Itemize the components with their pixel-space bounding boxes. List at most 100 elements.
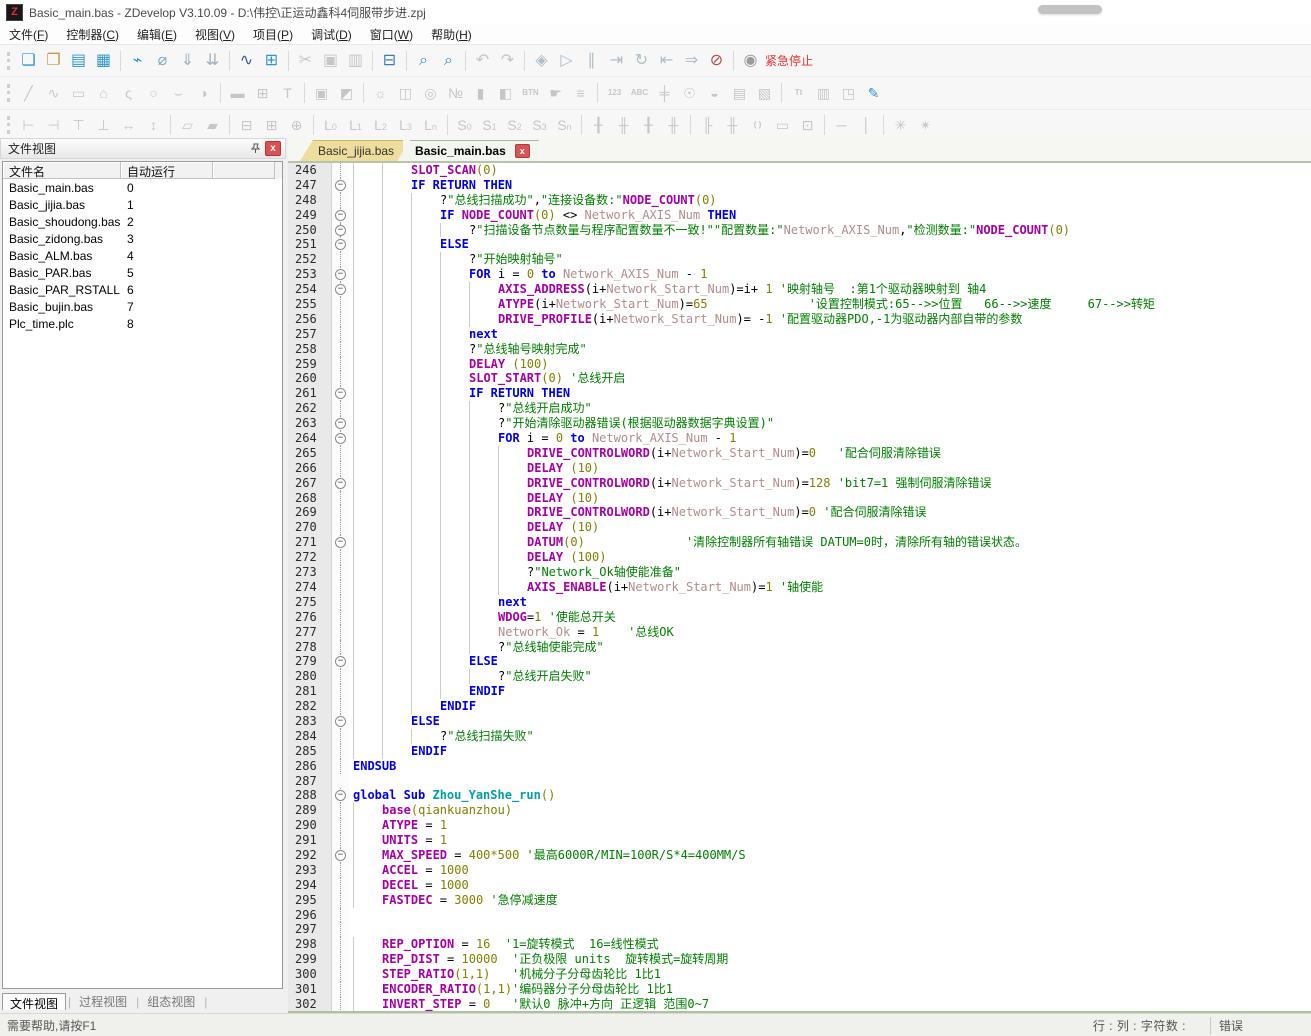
fold-collapse-icon[interactable] — [332, 654, 349, 669]
text-icon[interactable]: T — [275, 82, 300, 104]
contact-branch-icon[interactable]: ╟ — [695, 114, 720, 136]
file-panel-close-icon[interactable]: x — [265, 141, 281, 156]
fold-collapse-icon[interactable] — [332, 535, 349, 550]
ladder-l3-icon[interactable]: L3 — [393, 114, 418, 136]
file-column-header[interactable]: 自动运行 — [121, 162, 213, 179]
grid-snap-icon[interactable]: ⊕ — [284, 114, 309, 136]
chart-widget-icon[interactable]: ▥ — [811, 82, 836, 104]
file-column-header[interactable]: 文件名 — [3, 162, 121, 179]
redo-icon[interactable]: ↷ — [495, 49, 520, 73]
editor-tab[interactable]: Basic_main.basx — [397, 140, 539, 161]
save-icon[interactable]: ▤ — [66, 49, 91, 73]
send-back-icon[interactable]: ▰ — [200, 114, 225, 136]
table-icon[interactable]: ⊞ — [250, 82, 275, 104]
menu-item[interactable]: 帮助(H) — [422, 24, 481, 45]
palette-icon[interactable]: ◒ — [702, 82, 727, 104]
transform-icon[interactable]: ◩ — [334, 82, 359, 104]
download-ram-icon[interactable]: ⇓ — [175, 49, 200, 73]
align-center-v-icon[interactable]: ↕ — [141, 114, 166, 136]
menu-item[interactable]: 窗口(W) — [361, 24, 422, 45]
draw-pie-icon[interactable]: ◑ — [191, 82, 216, 104]
ruler-icon[interactable]: ▬ — [225, 82, 250, 104]
align-top-icon[interactable]: ⊤ — [66, 114, 91, 136]
ladder-s2-icon[interactable]: S2 — [502, 114, 527, 136]
paste-icon[interactable]: ▥ — [343, 49, 368, 73]
find-in-project-icon[interactable]: ⌕ — [436, 49, 461, 73]
bring-front-icon[interactable]: ▱ — [175, 114, 200, 136]
step-over-icon[interactable]: ↻ — [629, 49, 654, 73]
panel-tab-2[interactable]: 过程视图 — [72, 992, 134, 1011]
ladder-s0-icon[interactable]: S0 — [452, 114, 477, 136]
undo-icon[interactable]: ↶ — [470, 49, 495, 73]
grid-doc-icon[interactable]: ⊞ — [259, 114, 284, 136]
draw-polyline-icon[interactable]: ∿ — [41, 82, 66, 104]
tab-close-icon[interactable]: x — [515, 144, 530, 158]
menu-item[interactable]: 调试(D) — [302, 24, 361, 45]
function-box-icon[interactable]: ⊡ — [795, 114, 820, 136]
draw-curve-icon[interactable]: ς — [116, 82, 141, 104]
ladder-sn-icon[interactable]: Sn — [552, 114, 577, 136]
pen-icon[interactable]: ✎ — [861, 82, 886, 104]
counter-icon[interactable]: № — [443, 82, 468, 104]
connect-controller-icon[interactable]: ⌁ — [125, 49, 150, 73]
fold-collapse-icon[interactable] — [332, 237, 349, 252]
debug-run-icon[interactable]: ▷ — [554, 49, 579, 73]
draw-polygon-icon[interactable]: ⌂ — [91, 82, 116, 104]
function-block-icon[interactable]: ▭ — [770, 114, 795, 136]
button-widget-icon[interactable]: BTN — [518, 82, 543, 104]
image-icon[interactable]: ▣ — [309, 82, 334, 104]
draw-line-icon[interactable]: ╱ — [16, 82, 41, 104]
disconnect-icon[interactable]: ⌀ — [150, 49, 175, 73]
save-all-icon[interactable]: ▦ — [91, 49, 116, 73]
file-row[interactable]: Basic_jijia.bas1 — [3, 196, 282, 213]
oscilloscope-icon[interactable]: ∿ — [234, 49, 259, 73]
component-icon[interactable]: ◳ — [836, 82, 861, 104]
file-row[interactable]: Basic_zidong.bas3 — [3, 230, 282, 247]
fold-collapse-icon[interactable] — [332, 431, 349, 446]
fold-collapse-icon[interactable] — [332, 848, 349, 863]
menu-item[interactable]: 项目(P) — [244, 24, 302, 45]
grid-dashed-icon[interactable]: ⊟ — [234, 114, 259, 136]
contact-rising-icon[interactable]: ╂ — [636, 114, 661, 136]
fold-collapse-icon[interactable] — [332, 714, 349, 729]
meter-icon[interactable]: ◎ — [418, 82, 443, 104]
draw-rect-icon[interactable]: ▭ — [66, 82, 91, 104]
open-project-icon[interactable]: ❐ — [41, 49, 66, 73]
draw-arc-icon[interactable]: ⌣ — [166, 82, 191, 104]
pin-icon[interactable] — [248, 142, 262, 156]
file-row[interactable]: Basic_main.bas0 — [3, 179, 282, 196]
ladder-s3-icon[interactable]: S3 — [527, 114, 552, 136]
find-icon[interactable]: ⌕ — [411, 49, 436, 73]
cut-icon[interactable]: ✂ — [293, 49, 318, 73]
fold-collapse-icon[interactable] — [332, 386, 349, 401]
burst-tool-icon[interactable]: ✴ — [913, 114, 938, 136]
file-row[interactable]: Basic_bujin.bas7 — [3, 298, 282, 315]
debug-pause-icon[interactable]: ∥ — [579, 49, 604, 73]
ladder-l0-icon[interactable]: L0 — [318, 114, 343, 136]
run-to-cursor-icon[interactable]: ⇒ — [679, 49, 704, 73]
file-row[interactable]: Plc_time.plc8 — [3, 315, 282, 332]
step-out-icon[interactable]: ⇤ — [654, 49, 679, 73]
contact-falling-icon[interactable]: ╫ — [661, 114, 686, 136]
file-row[interactable]: Basic_PAR.bas5 — [3, 264, 282, 281]
bus-config-icon[interactable]: ⊞ — [259, 49, 284, 73]
star-tool-icon[interactable]: ✳ — [888, 114, 913, 136]
coil-icon[interactable]: ( ) — [745, 114, 770, 136]
ladder-l2-icon[interactable]: L2 — [368, 114, 393, 136]
text-input-icon[interactable]: ABC — [627, 82, 652, 104]
draw-ellipse-icon[interactable]: ○ — [141, 82, 166, 104]
editor-tab[interactable]: Basic_jijia.bas — [300, 140, 403, 161]
debug-start-icon[interactable]: ◈ — [529, 49, 554, 73]
align-center-h-icon[interactable]: ↔ — [116, 114, 141, 136]
file-column-header[interactable] — [213, 162, 275, 179]
contact-nc-icon[interactable]: ╫ — [611, 114, 636, 136]
fold-collapse-icon[interactable] — [332, 416, 349, 431]
menu-item[interactable]: 控制器(C) — [57, 24, 128, 45]
fold-collapse-icon[interactable] — [332, 476, 349, 491]
fold-collapse-icon[interactable] — [332, 223, 349, 238]
fold-collapse-icon[interactable] — [332, 788, 349, 803]
menu-item[interactable]: 视图(V) — [186, 24, 244, 45]
fold-collapse-icon[interactable] — [332, 208, 349, 223]
emergency-stop-button[interactable]: ◉ — [738, 49, 763, 73]
file-row[interactable]: Basic_PAR_RSTALL.bas6 — [3, 281, 282, 298]
